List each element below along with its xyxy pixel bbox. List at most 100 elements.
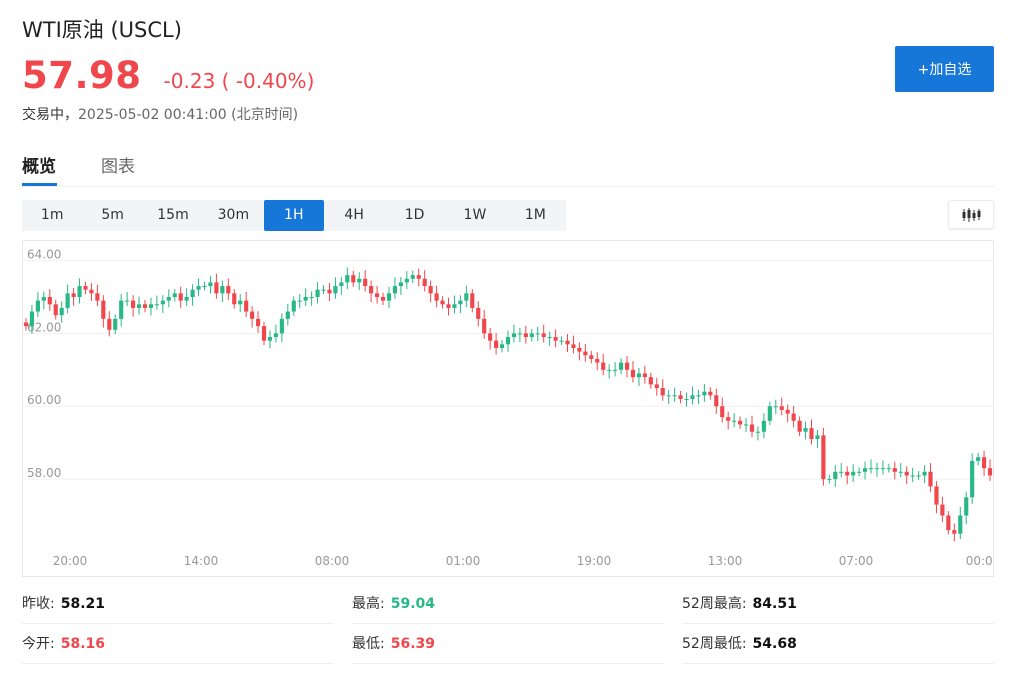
candle-body <box>255 318 261 327</box>
candle-body <box>333 286 338 294</box>
period-30m[interactable]: 30m <box>203 200 263 231</box>
candle-body <box>29 311 35 327</box>
candle-body <box>89 289 94 294</box>
candle-body <box>267 337 273 341</box>
candle-body <box>232 293 237 305</box>
candle-body <box>749 424 755 432</box>
candle-body <box>303 296 308 301</box>
candle-body <box>720 406 725 418</box>
candle-body <box>874 468 880 470</box>
candle-body <box>83 286 88 290</box>
candle-body <box>696 395 701 397</box>
candle-body <box>767 406 772 421</box>
candle-body <box>261 326 267 341</box>
candle-body <box>607 369 612 371</box>
candle-body <box>743 424 749 426</box>
candle-body <box>369 286 374 294</box>
candle-body <box>428 286 433 294</box>
candle-body <box>119 300 124 319</box>
x-tick-label: 14:00 <box>184 554 219 568</box>
period-1w[interactable]: 1W <box>445 200 505 231</box>
price-chart[interactable]: 64.00 62.00 60.00 58.00 20:00 14:00 08:00 01:00… <box>22 240 994 577</box>
x-tick-label: 08:00 <box>315 554 350 568</box>
period-15m[interactable]: 15m <box>143 200 203 231</box>
candle-body <box>851 471 856 476</box>
candle-body <box>285 311 290 319</box>
candle-body <box>142 304 148 308</box>
price-change: -0.23 ( -0.40%) <box>163 69 315 93</box>
x-tick-label: 01:00 <box>446 554 481 568</box>
candle-body <box>41 296 46 301</box>
candle-body <box>630 369 636 378</box>
trading-status: 交易中，2025-05-02 00:41:00 (北京时间) <box>22 104 298 124</box>
stat-label: 今开: <box>22 636 55 652</box>
candle-body <box>410 275 415 279</box>
period-5m[interactable]: 5m <box>82 200 142 231</box>
candle-body <box>987 468 993 476</box>
candle-body <box>238 300 243 305</box>
candle-body <box>916 475 921 477</box>
y-tick-label: 58.00 <box>27 466 61 480</box>
candle-body <box>785 409 790 414</box>
period-4h[interactable]: 4H <box>324 200 384 231</box>
candle-body <box>910 475 915 477</box>
candle-body <box>934 486 939 505</box>
candle-body <box>898 471 903 473</box>
candle-body <box>404 278 409 283</box>
candle-body <box>291 300 296 312</box>
stat-high: 最高: 59.04 <box>352 584 664 624</box>
candle-body <box>196 286 201 290</box>
candle-body <box>702 391 707 396</box>
candle-body <box>636 373 642 378</box>
candle-body <box>482 318 487 334</box>
candle-body <box>511 333 517 338</box>
candle-body <box>845 471 850 476</box>
candle-body <box>654 384 659 389</box>
candle-body <box>773 406 778 408</box>
candle-body <box>708 391 713 396</box>
y-tick-label: 60.00 <box>27 393 61 407</box>
add-watchlist-button[interactable]: +加自选 <box>895 46 994 92</box>
candle-body <box>559 340 564 342</box>
candle-body <box>363 278 368 287</box>
candle-body <box>184 296 189 301</box>
candle-body <box>791 413 796 421</box>
candle-body <box>839 471 844 473</box>
candle-body <box>714 395 719 407</box>
period-1d[interactable]: 1D <box>384 200 444 231</box>
candle-body <box>809 428 814 440</box>
candle-body <box>327 289 332 294</box>
tab-chart[interactable]: 图表 <box>101 152 135 177</box>
stat-value: 59.04 <box>390 596 436 612</box>
candle-body <box>981 457 987 469</box>
candle-body <box>952 530 957 534</box>
stat-value: 56.39 <box>390 636 436 652</box>
candle-body <box>958 515 963 534</box>
last-price: 57.98 <box>22 54 142 97</box>
candle-body <box>862 468 868 472</box>
candle-body <box>488 333 493 341</box>
candle-body <box>65 293 70 308</box>
candle-body <box>166 296 171 301</box>
candle-body <box>208 282 213 287</box>
candle-body <box>53 304 58 316</box>
candle-body <box>95 293 100 301</box>
candle-body <box>190 289 195 297</box>
candle-body <box>470 293 475 308</box>
candle-body <box>440 300 445 305</box>
chart-type-button[interactable] <box>948 200 994 229</box>
candle-body <box>755 431 761 433</box>
candle-body <box>589 355 594 359</box>
candle-body <box>321 289 326 291</box>
period-1h[interactable]: 1H <box>263 200 324 231</box>
instrument-title: WTI原油 (USCL) <box>22 18 182 42</box>
candle-body <box>113 318 118 330</box>
period-1m[interactable]: 1m <box>22 200 82 231</box>
candle-body <box>244 300 249 312</box>
stat-52w-low: 52周最低: 54.68 <box>682 624 994 664</box>
tab-overview[interactable]: 概览 <box>22 152 56 177</box>
candle-body <box>392 286 398 294</box>
candle-body <box>131 300 136 308</box>
period-1mo[interactable]: 1M <box>505 200 565 231</box>
candle-body <box>940 504 945 516</box>
